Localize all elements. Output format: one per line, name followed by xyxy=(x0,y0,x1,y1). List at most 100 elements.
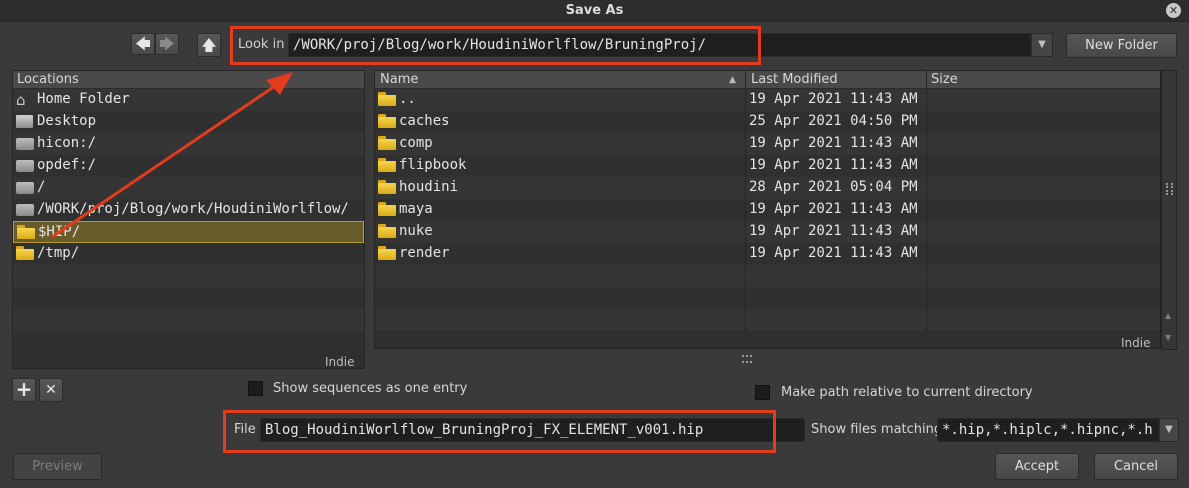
file-list: .. 19 Apr 2021 11:43 AM caches 25 Apr 2021 … xyxy=(375,89,1160,331)
file-list-panel: Name ▲ Last Modified Size .. 19 Apr 2021 … xyxy=(374,70,1161,349)
lookin-dropdown[interactable]: ▼ xyxy=(1031,33,1053,57)
location-item[interactable]: ⌂ Home Folder xyxy=(13,89,364,111)
show-files-matching-label: Show files matching xyxy=(811,422,943,437)
plus-icon: + xyxy=(15,377,33,401)
folder-icon xyxy=(378,92,396,108)
file-name: houdini xyxy=(399,179,459,195)
location-item[interactable]: $HIP/ xyxy=(13,221,364,243)
column-name[interactable]: Name xyxy=(380,71,418,89)
arrow-left-icon: 🡄 xyxy=(135,35,151,53)
lookin-label: Look in xyxy=(238,37,285,52)
locations-indie-badge: Indie xyxy=(325,355,355,369)
location-item[interactable]: /tmp/ xyxy=(13,243,364,265)
location-item[interactable]: / xyxy=(13,177,364,199)
file-row[interactable]: caches 25 Apr 2021 04:50 PM xyxy=(375,111,1160,133)
preview-button[interactable]: Preview xyxy=(13,453,102,480)
location-label: Home Folder xyxy=(37,91,130,107)
show-sequences-label: Show sequences as one entry xyxy=(273,381,468,396)
file-name: nuke xyxy=(399,223,433,239)
file-modified: 19 Apr 2021 11:43 AM xyxy=(749,91,918,107)
location-label: /tmp/ xyxy=(37,245,80,261)
location-label: $HIP/ xyxy=(38,224,81,240)
file-modified: 19 Apr 2021 11:43 AM xyxy=(749,223,918,239)
arrow-right-icon: 🡆 xyxy=(159,35,175,53)
file-modified: 19 Apr 2021 11:43 AM xyxy=(749,135,918,151)
scroll-down-icon: ▼ xyxy=(1165,333,1172,342)
file-modified: 19 Apr 2021 11:43 AM xyxy=(749,201,918,217)
location-item[interactable]: opdef:/ xyxy=(13,155,364,177)
chevron-down-icon: ▼ xyxy=(1038,39,1046,50)
folder-icon xyxy=(378,224,396,240)
arrow-up-icon: 🡅 xyxy=(201,36,217,54)
file-row[interactable]: nuke 19 Apr 2021 11:43 AM xyxy=(375,221,1160,243)
folder-icon xyxy=(378,202,396,218)
title-bar: Save As ✕ xyxy=(0,0,1189,22)
file-row[interactable]: flipbook 19 Apr 2021 11:43 AM xyxy=(375,155,1160,177)
file-row[interactable]: houdini 28 Apr 2021 05:04 PM xyxy=(375,177,1160,199)
cancel-button[interactable]: Cancel xyxy=(1094,453,1178,480)
desktop-icon xyxy=(16,114,34,130)
location-label: /WORK/proj/Blog/work/HoudiniWorlflow/ xyxy=(37,201,349,217)
relative-path-label: Make path relative to current directory xyxy=(781,385,1033,400)
horizontal-scroll-grip-icon[interactable] xyxy=(742,355,752,363)
folder-icon xyxy=(378,114,396,130)
locations-panel: Locations ⌂ Home Folder Desktop hicon:/ opde… xyxy=(12,70,365,369)
folder-icon xyxy=(378,158,396,174)
file-name: .. xyxy=(399,91,416,107)
folder-icon xyxy=(16,246,34,262)
remove-location-button[interactable]: ✕ xyxy=(39,378,63,402)
folder-icon xyxy=(378,136,396,152)
up-folder-button[interactable]: 🡅 xyxy=(197,33,221,57)
file-modified: 28 Apr 2021 05:04 PM xyxy=(749,179,918,195)
scroll-up-icon: ▲ xyxy=(1165,311,1172,320)
location-label: hicon:/ xyxy=(37,135,97,151)
forward-button[interactable]: 🡆 xyxy=(155,33,179,55)
file-name: render xyxy=(399,245,450,261)
file-modified: 25 Apr 2021 04:50 PM xyxy=(749,113,918,129)
file-name: caches xyxy=(399,113,450,129)
drive-icon xyxy=(16,202,34,218)
location-label: opdef:/ xyxy=(37,157,97,173)
file-row[interactable]: maya 19 Apr 2021 11:43 AM xyxy=(375,199,1160,221)
file-label: File xyxy=(234,422,256,437)
file-list-scrollbar[interactable]: ▲ ▼ xyxy=(1161,70,1177,350)
file-modified: 19 Apr 2021 11:43 AM xyxy=(749,157,918,173)
column-last-modified[interactable]: Last Modified xyxy=(751,71,838,89)
back-button[interactable]: 🡄 xyxy=(131,33,155,55)
file-filter-field[interactable]: *.hip,*.hiplc,*.hipnc,*.h xyxy=(937,418,1159,442)
location-label: / xyxy=(37,179,46,195)
accept-button[interactable]: Accept xyxy=(995,453,1079,480)
relative-path-checkbox[interactable] xyxy=(755,385,770,400)
sort-indicator-icon: ▲ xyxy=(729,75,736,85)
locations-list: ⌂ Home Folder Desktop hicon:/ opdef:/ / /WORK/… xyxy=(13,89,364,353)
drive-icon xyxy=(16,136,34,152)
locations-header: Locations xyxy=(13,71,364,89)
file-row[interactable]: render 19 Apr 2021 11:43 AM xyxy=(375,243,1160,265)
file-name: comp xyxy=(399,135,433,151)
location-item[interactable]: hicon:/ xyxy=(13,133,364,155)
file-filter-dropdown[interactable]: ▼ xyxy=(1159,418,1179,442)
chevron-down-icon: ▼ xyxy=(1165,424,1173,435)
file-list-header: Name ▲ Last Modified Size xyxy=(375,71,1160,89)
drive-icon xyxy=(16,158,34,174)
file-name: flipbook xyxy=(399,157,467,173)
new-folder-button[interactable]: New Folder xyxy=(1066,33,1177,58)
files-indie-badge: Indie xyxy=(1121,336,1151,349)
file-row[interactable]: .. 19 Apr 2021 11:43 AM xyxy=(375,89,1160,111)
column-size[interactable]: Size xyxy=(931,71,958,89)
scroll-grip-icon xyxy=(1166,183,1173,195)
location-item[interactable]: Desktop xyxy=(13,111,364,133)
add-location-button[interactable]: + xyxy=(12,378,36,402)
show-sequences-checkbox[interactable] xyxy=(248,381,263,396)
home-icon: ⌂ xyxy=(16,91,26,109)
window-title: Save As xyxy=(565,3,624,18)
file-modified: 19 Apr 2021 11:43 AM xyxy=(749,245,918,261)
lookin-path-field[interactable]: /WORK/proj/Blog/work/HoudiniWorlflow/Bru… xyxy=(288,33,1031,57)
file-name-input[interactable]: Blog_HoudiniWorlflow_BruningProj_FX_ELEM… xyxy=(260,418,805,442)
file-name: maya xyxy=(399,201,433,217)
location-item[interactable]: /WORK/proj/Blog/work/HoudiniWorlflow/ xyxy=(13,199,364,221)
close-icon[interactable]: ✕ xyxy=(1166,3,1181,18)
folder-icon xyxy=(17,225,35,241)
location-label: Desktop xyxy=(37,113,97,129)
file-row[interactable]: comp 19 Apr 2021 11:43 AM xyxy=(375,133,1160,155)
